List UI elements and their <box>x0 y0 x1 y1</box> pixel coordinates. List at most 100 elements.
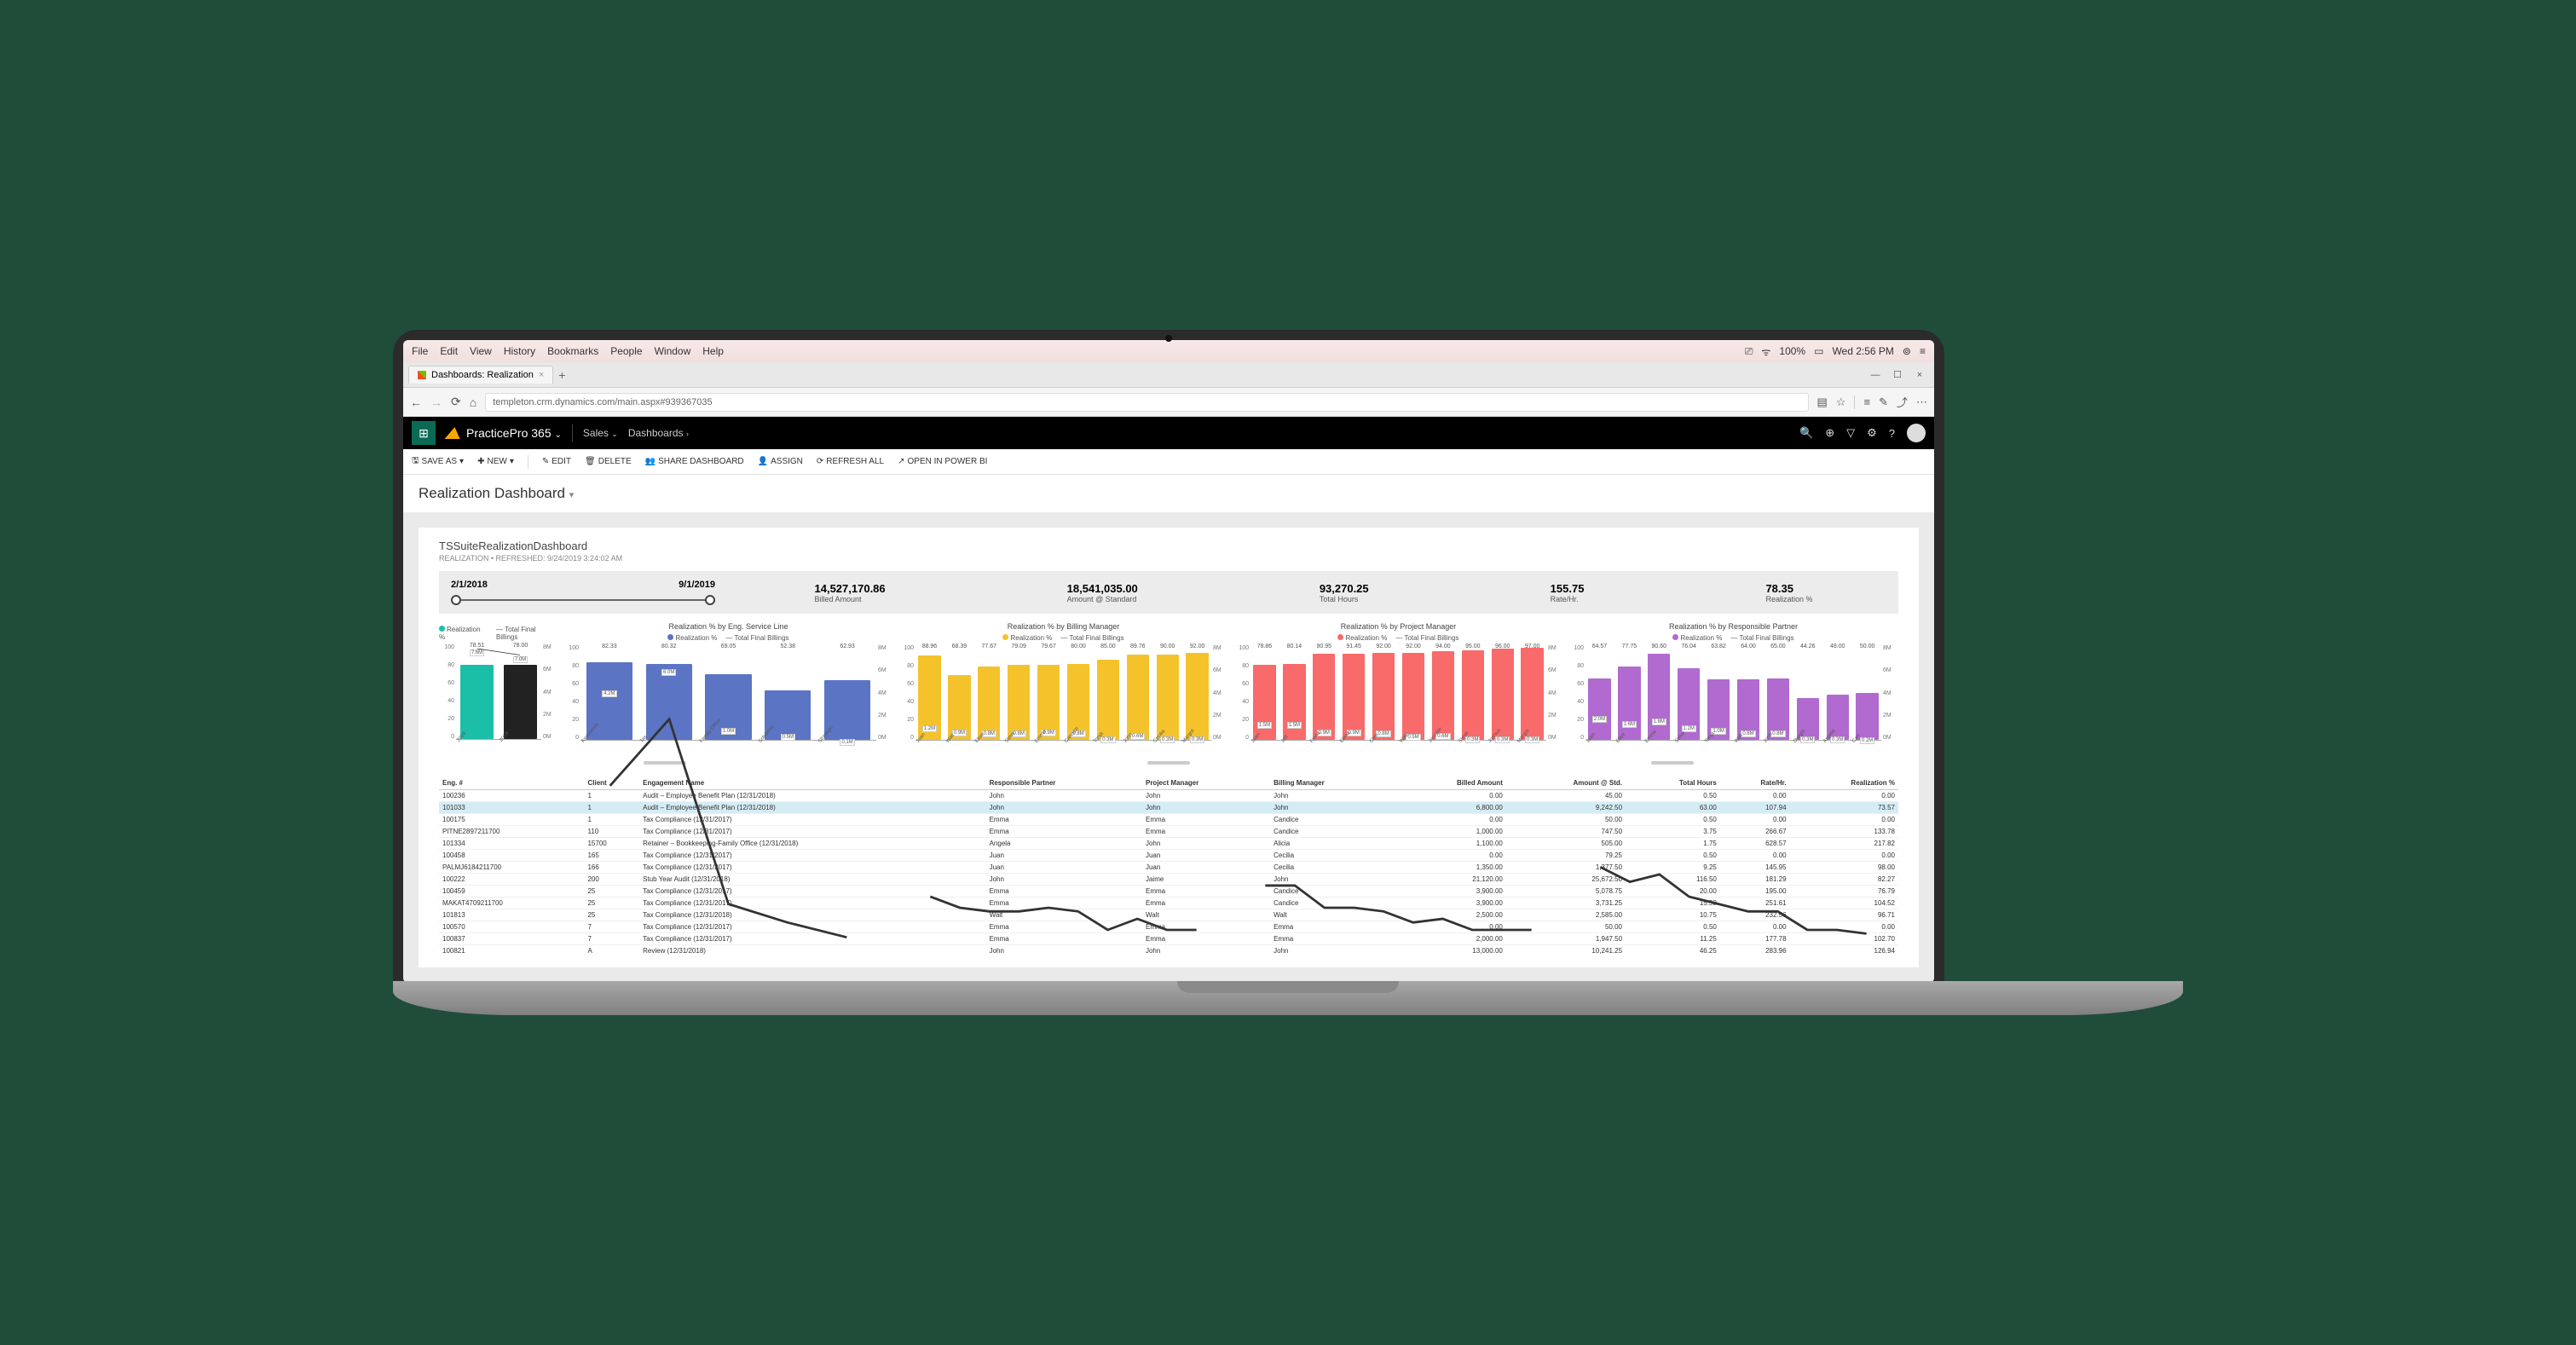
table-row[interactable]: MAKAT470921170025Tax Compliance (12/31/2… <box>439 898 1898 909</box>
browser-tab[interactable]: Dashboards: Realization × <box>408 366 553 384</box>
brand-logo[interactable]: PracticePro 365 ⌄ <box>446 426 562 440</box>
kpi-card: 14,527,170.86Billed Amount <box>815 582 886 603</box>
slider-handle-right[interactable] <box>705 595 715 605</box>
column-header[interactable]: Client <box>584 776 639 790</box>
kpi-label: Rate/Hr. <box>1551 595 1585 603</box>
share-button[interactable]: 👥 SHARE DASHBOARD <box>645 457 744 466</box>
table-row[interactable]: PALMJ6184211700166Tax Compliance (12/31/… <box>439 862 1898 874</box>
home-icon[interactable]: ⌂ <box>470 395 477 409</box>
column-header[interactable]: Responsible Partner <box>986 776 1142 790</box>
wifi-icon[interactable]: ᯤ <box>1761 344 1770 359</box>
spotlight-icon[interactable]: ⊚ <box>1903 345 1911 357</box>
column-header[interactable]: Engagement Name <box>639 776 985 790</box>
table-row[interactable]: 10181325Tax Compliance (12/31/2018)WaltW… <box>439 909 1898 921</box>
kpi-value: 18,541,035.00 <box>1067 582 1138 595</box>
airplay-icon[interactable]: ⎚ <box>1745 345 1753 358</box>
mac-menu-item[interactable]: Window <box>655 345 691 357</box>
task-icon[interactable]: ⊕ <box>1825 426 1834 440</box>
kpi-card: 78.35Realization % <box>1765 582 1812 603</box>
app-launcher-icon[interactable]: ⊞ <box>412 421 436 445</box>
kpi-label: Billed Amount <box>815 595 886 603</box>
delete-button[interactable]: 🗑 DELETE <box>585 457 632 466</box>
user-avatar[interactable] <box>1907 424 1926 442</box>
table-row[interactable]: 100458165Tax Compliance (12/31/2017)Juan… <box>439 850 1898 862</box>
chart-card[interactable]: Realization % by Billing ManagerRealizat… <box>898 619 1228 756</box>
close-tab-icon[interactable]: × <box>539 370 544 380</box>
new-tab-button[interactable]: + <box>558 368 565 382</box>
kpi-value: 155.75 <box>1551 582 1585 595</box>
dynamics-topbar: ⊞ PracticePro 365 ⌄ Sales ⌄ Dashboards ›… <box>403 417 1934 449</box>
chart-legend: Realization %— Total Final Billings <box>898 634 1228 642</box>
settings-icon[interactable]: ⚙ <box>1867 426 1877 440</box>
back-icon[interactable]: ← <box>410 395 422 409</box>
command-bar: 🖫 SAVE AS ▾ ✚ NEW ▾ ✎ EDIT 🗑 DELETE 👥 SH… <box>403 449 1934 475</box>
mac-menu-item[interactable]: Help <box>702 345 724 357</box>
kpi-card: 93,270.25Total Hours <box>1320 582 1369 603</box>
window-maximize-icon[interactable]: ☐ <box>1888 367 1907 383</box>
refresh-icon[interactable]: ⟳ <box>451 395 461 409</box>
table-row[interactable]: 10045925Tax Compliance (12/31/2017)EmmaE… <box>439 886 1898 898</box>
table-row[interactable]: 1005707Tax Compliance (12/31/2017)EmmaEm… <box>439 921 1898 933</box>
column-header[interactable]: Realization % <box>1790 776 1898 790</box>
column-header[interactable]: Billed Amount <box>1394 776 1506 790</box>
column-header[interactable]: Rate/Hr. <box>1720 776 1790 790</box>
table-row[interactable]: PITNE2897211700110Tax Compliance (12/31/… <box>439 826 1898 838</box>
table-row[interactable]: 100222200Stub Year Audit (12/31/2018)Joh… <box>439 874 1898 886</box>
table-row[interactable]: 1001751Tax Compliance (12/31/2017)EmmaEm… <box>439 814 1898 826</box>
column-header[interactable]: Billing Manager <box>1270 776 1393 790</box>
reader-icon[interactable]: ▤ <box>1817 395 1828 409</box>
kpi-card: 155.75Rate/Hr. <box>1551 582 1585 603</box>
chart-card[interactable]: Realization %— Total Final Billings10080… <box>439 619 558 756</box>
refresh-button[interactable]: ⟳ REFRESH ALL <box>817 457 884 466</box>
table-row[interactable]: 1002361Audit – Employee Benefit Plan (12… <box>439 790 1898 802</box>
forward-icon[interactable]: → <box>430 395 442 409</box>
chart-card[interactable]: Realization % by Eng. Service LineRealiz… <box>563 619 893 756</box>
column-header[interactable]: Amount @ Std. <box>1506 776 1626 790</box>
table-row[interactable]: 100821AReview (12/31/2018)JohnJohnJohn13… <box>439 945 1898 956</box>
window-close-icon[interactable]: × <box>1910 367 1929 383</box>
mac-menu-item[interactable]: People <box>610 345 642 357</box>
collections-icon[interactable]: ≡ <box>1863 395 1870 408</box>
browser-addressbar: ← → ⟳ ⌂ templeton.crm.dynamics.com/main.… <box>403 388 1934 417</box>
column-header[interactable]: Eng. # <box>439 776 584 790</box>
chart-card[interactable]: Realization % by Project ManagerRealizat… <box>1233 619 1563 756</box>
menu-icon[interactable]: ≡ <box>1920 345 1926 357</box>
kpi-label: Total Hours <box>1320 595 1369 603</box>
table-row[interactable]: 1010331Audit – Employee Benefit Plan (12… <box>439 802 1898 814</box>
breadcrumb-item[interactable]: Dashboards › <box>628 427 689 439</box>
edit-button[interactable]: ✎ EDIT <box>542 457 571 466</box>
url-input[interactable]: templeton.crm.dynamics.com/main.aspx#939… <box>485 393 1808 412</box>
open-powerbi-button[interactable]: ↗ OPEN IN POWER BI <box>898 457 987 466</box>
mac-menu-item[interactable]: File <box>412 345 428 357</box>
mac-menu-item[interactable]: Bookmarks <box>547 345 598 357</box>
scroll-indicator <box>644 761 686 765</box>
column-header[interactable]: Total Hours <box>1626 776 1720 790</box>
table-row[interactable]: 1008377Tax Compliance (12/31/2017)EmmaEm… <box>439 933 1898 945</box>
table-row[interactable]: 10133415700Retainer – Bookkeeping-Family… <box>439 838 1898 850</box>
chart-card[interactable]: Realization % by Responsible PartnerReal… <box>1568 619 1898 756</box>
filter-icon[interactable]: ▽ <box>1846 426 1855 440</box>
mac-menu-item[interactable]: Edit <box>440 345 458 357</box>
kpi-strip: 2/1/2018 9/1/2019 14,527,170.86Billed Am… <box>439 571 1898 614</box>
mac-menu-item[interactable]: History <box>504 345 535 357</box>
slider-handle-left[interactable] <box>451 595 461 605</box>
page-title[interactable]: Realization Dashboard ▾ <box>403 475 1934 512</box>
chart-title: Realization % by Project Manager <box>1233 619 1563 634</box>
favorite-icon[interactable]: ☆ <box>1836 395 1846 409</box>
share-icon[interactable]: ⤴ <box>1897 394 1908 410</box>
area-selector[interactable]: Sales ⌄ <box>583 427 618 439</box>
new-button[interactable]: ✚ NEW ▾ <box>477 457 514 466</box>
notes-icon[interactable]: ✎ <box>1879 395 1888 409</box>
data-table[interactable]: Eng. #ClientEngagement NameResponsible P… <box>439 776 1898 955</box>
window-minimize-icon[interactable]: — <box>1866 367 1885 383</box>
report-title: TSSuiteRealizationDashboard <box>439 540 1898 552</box>
date-slider[interactable] <box>451 595 715 605</box>
assign-button[interactable]: 👤 ASSIGN <box>758 457 803 466</box>
help-icon[interactable]: ? <box>1889 427 1895 440</box>
save-as-button[interactable]: 🖫 SAVE AS ▾ <box>412 454 464 469</box>
more-icon[interactable]: ⋯ <box>1916 395 1927 409</box>
mac-menu-item[interactable]: View <box>470 345 492 357</box>
chart-title <box>439 619 558 626</box>
search-icon[interactable]: 🔍 <box>1799 426 1813 440</box>
column-header[interactable]: Project Manager <box>1142 776 1270 790</box>
